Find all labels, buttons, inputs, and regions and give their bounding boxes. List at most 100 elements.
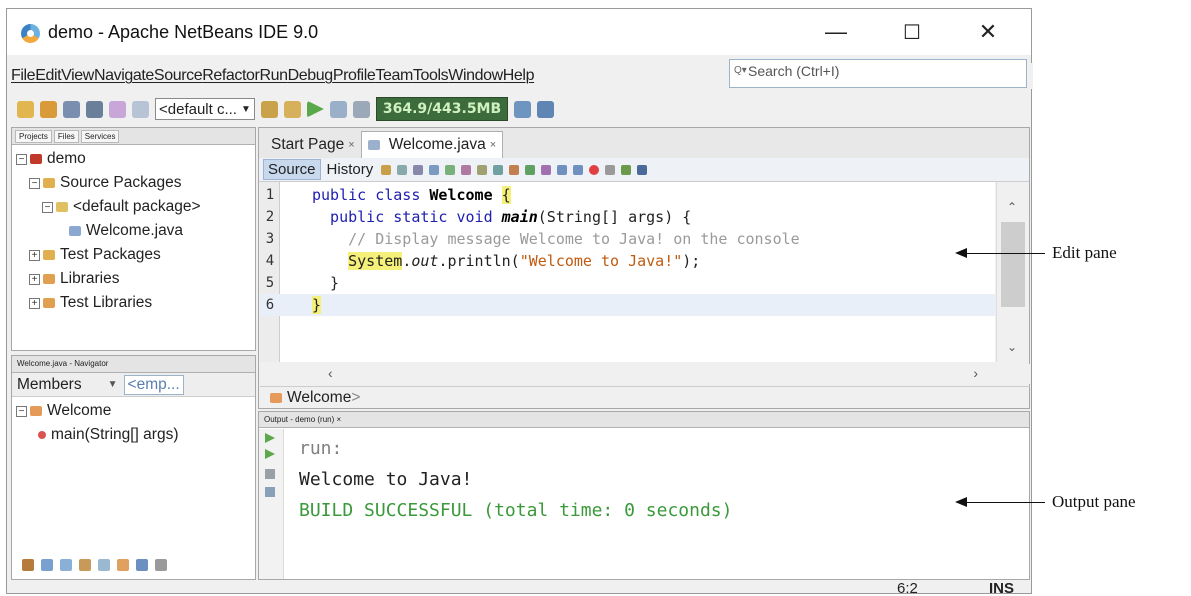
scroll-up-icon[interactable]: ⌃ xyxy=(1007,200,1017,214)
shift-right-icon[interactable] xyxy=(573,164,584,175)
tab-start-page[interactable]: Start Page × xyxy=(265,132,361,158)
history-tab[interactable]: History xyxy=(323,160,378,179)
run-icon[interactable] xyxy=(306,100,324,118)
menu-navigate[interactable]: Navigate xyxy=(94,67,154,85)
menu-tools[interactable]: Tools xyxy=(413,67,449,85)
scroll-thumb[interactable] xyxy=(1001,222,1025,307)
menu-source[interactable]: Source xyxy=(154,67,203,85)
toggle-bookmark-icon[interactable] xyxy=(541,164,552,175)
tab-files[interactable]: Files xyxy=(53,129,79,143)
gc-icon[interactable] xyxy=(514,100,532,118)
menu-team[interactable]: Team xyxy=(375,67,413,85)
menu-edit[interactable]: Edit xyxy=(35,67,61,85)
undo-icon[interactable] xyxy=(109,100,126,118)
filter-fields-icon[interactable] xyxy=(22,559,34,571)
build-icon[interactable] xyxy=(260,100,278,118)
scroll-left-icon[interactable]: ‹ xyxy=(328,365,333,381)
comment-icon[interactable] xyxy=(621,164,632,175)
editor-vertical-scrollbar[interactable]: ⌃ ⌄ xyxy=(996,182,1029,362)
source-tab[interactable]: Source xyxy=(263,159,321,180)
maximize-button[interactable]: ☐ xyxy=(889,15,935,49)
collapse-icon[interactable]: − xyxy=(16,405,27,417)
expand-icon[interactable]: + xyxy=(29,273,40,285)
close-button[interactable]: ✕ xyxy=(965,15,1011,49)
prev-bookmark-icon[interactable] xyxy=(509,164,520,175)
search-input[interactable]: Search (Ctrl+I) xyxy=(729,59,1027,88)
menu-file[interactable]: File xyxy=(11,67,36,85)
stop-macro-icon[interactable] xyxy=(605,164,616,175)
members-select[interactable]: Members xyxy=(17,376,82,394)
menu-help[interactable]: Help xyxy=(503,67,535,85)
tree-node[interactable]: − Source Packages xyxy=(16,171,251,195)
tree-node[interactable]: + Test Packages xyxy=(16,243,251,267)
new-file-icon[interactable] xyxy=(17,100,34,118)
rerun-with-params-icon[interactable] xyxy=(265,449,275,459)
filter-inherited-icon[interactable] xyxy=(79,559,91,571)
toggle-highlight-icon[interactable] xyxy=(477,164,488,175)
menu-profile[interactable]: Profile xyxy=(333,67,376,85)
menu-refactor[interactable]: Refactor xyxy=(202,67,260,85)
expand-icon[interactable]: + xyxy=(29,249,40,261)
tree-node[interactable]: + Test Libraries xyxy=(16,291,251,315)
find-next-icon[interactable] xyxy=(461,164,472,175)
tree-node[interactable]: Welcome.java xyxy=(16,219,251,243)
collapse-all-icon[interactable] xyxy=(155,559,167,571)
class-node[interactable]: − Welcome xyxy=(16,399,251,423)
stop-icon[interactable] xyxy=(265,469,275,479)
find-prev-icon[interactable] xyxy=(445,164,456,175)
toggle-selection-icon[interactable] xyxy=(493,164,504,175)
tree-node[interactable]: − demo xyxy=(16,147,251,171)
menu-debug[interactable]: Debug xyxy=(288,67,334,85)
forward-icon[interactable] xyxy=(413,164,424,175)
uncomment-icon[interactable] xyxy=(637,164,648,175)
debug-icon[interactable] xyxy=(329,100,347,118)
close-icon[interactable]: × xyxy=(490,139,496,151)
filter-nonpublic-icon[interactable] xyxy=(60,559,72,571)
clean-build-icon[interactable] xyxy=(283,100,301,118)
breadcrumb-class[interactable]: Welcome xyxy=(287,389,351,407)
collapse-icon[interactable]: − xyxy=(16,153,27,165)
tab-projects[interactable]: Projects xyxy=(15,129,52,143)
scroll-down-icon[interactable]: ⌄ xyxy=(1007,340,1017,354)
new-project-icon[interactable] xyxy=(40,100,57,118)
back-icon[interactable] xyxy=(397,164,408,175)
method-node[interactable]: main(String[] args) xyxy=(16,423,251,447)
editor-horizontal-scrollbar[interactable]: ‹ › xyxy=(260,364,1030,384)
redo-icon[interactable] xyxy=(132,100,149,118)
output-tab[interactable]: Output - demo (run) × xyxy=(259,412,1029,428)
menu-view[interactable]: View xyxy=(61,67,94,85)
rerun-icon[interactable] xyxy=(265,433,275,443)
tab-services[interactable]: Services xyxy=(80,129,120,143)
expand-icon[interactable] xyxy=(136,559,148,571)
menu-run[interactable]: Run xyxy=(260,67,289,85)
record-macro-icon[interactable] xyxy=(589,164,600,175)
configuration-select[interactable]: <default c... ▼ xyxy=(155,98,255,120)
filter-static-icon[interactable] xyxy=(41,559,53,571)
last-edit-icon[interactable] xyxy=(381,164,392,175)
sort-icon[interactable] xyxy=(98,559,110,571)
tree-node[interactable]: − <default package> xyxy=(16,195,251,219)
sort-name-icon[interactable] xyxy=(117,559,129,571)
snapshot-icon[interactable] xyxy=(537,100,555,118)
tab-welcome-java[interactable]: Welcome.java × xyxy=(360,131,504,158)
open-project-icon[interactable] xyxy=(63,100,80,118)
memory-meter[interactable]: 364.9/443.5MB xyxy=(375,97,509,121)
close-icon[interactable]: × xyxy=(336,415,341,424)
code-editor[interactable]: 1 public class Welcome {2 public static v… xyxy=(260,182,995,362)
shift-left-icon[interactable] xyxy=(557,164,568,175)
tree-node[interactable]: + Libraries xyxy=(16,267,251,291)
expand-icon[interactable]: + xyxy=(29,297,40,309)
collapse-icon[interactable]: − xyxy=(29,177,40,189)
find-icon[interactable] xyxy=(429,164,440,175)
close-icon[interactable]: × xyxy=(348,139,354,151)
collapse-icon[interactable]: − xyxy=(42,201,53,213)
settings-icon[interactable] xyxy=(265,487,275,497)
filter-select[interactable]: <emp... xyxy=(123,374,184,395)
chevron-down-icon[interactable]: ▼ xyxy=(108,379,118,390)
save-all-icon[interactable] xyxy=(86,100,103,118)
next-bookmark-icon[interactable] xyxy=(525,164,536,175)
scroll-right-icon[interactable]: › xyxy=(973,365,978,381)
profile-icon[interactable] xyxy=(352,100,370,118)
menu-window[interactable]: Window xyxy=(448,67,503,85)
minimize-button[interactable]: — xyxy=(813,15,859,49)
